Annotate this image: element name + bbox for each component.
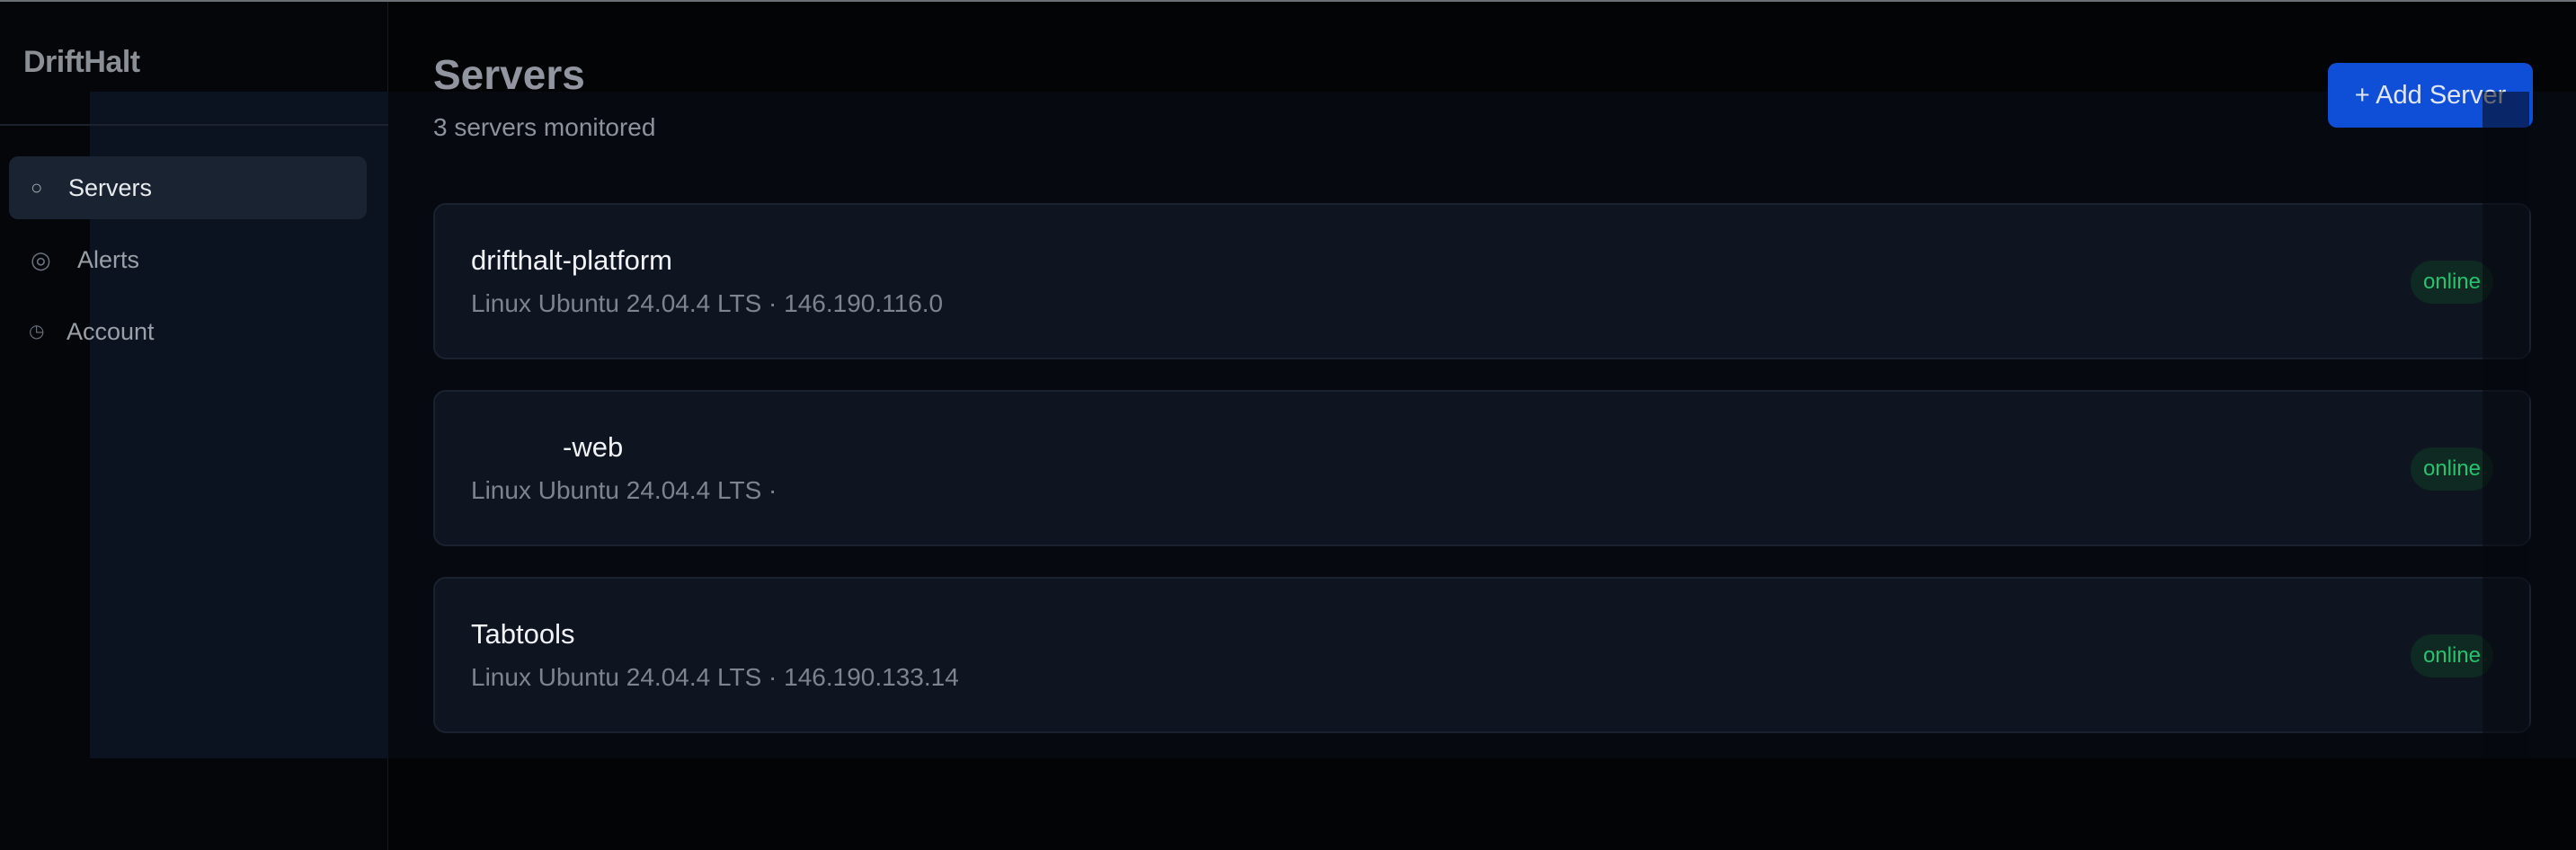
server-icon: ○ bbox=[31, 176, 43, 199]
main-content: Servers 3 servers monitored + Add Server… bbox=[388, 2, 2576, 850]
server-name: drifthalt-platform bbox=[471, 244, 672, 276]
account-icon: ◷ bbox=[29, 322, 45, 341]
sidebar-divider bbox=[0, 124, 388, 126]
status-badge: online bbox=[2410, 261, 2493, 304]
server-card[interactable]: drifthalt-platform Linux Ubuntu 24.04.4 … bbox=[433, 203, 2531, 359]
sidebar-item-account[interactable]: ◷ Account bbox=[9, 300, 367, 363]
server-name: -web bbox=[563, 431, 624, 463]
server-card[interactable]: -web Linux Ubuntu 24.04.4 LTS · online bbox=[433, 390, 2531, 546]
sidebar-item-label: Servers bbox=[68, 173, 153, 201]
add-server-button[interactable]: + Add Server bbox=[2328, 63, 2533, 128]
server-meta: Linux Ubuntu 24.04.4 LTS · bbox=[471, 476, 777, 504]
sidebar: DriftHalt ○ Servers ◎ Alerts ◷ Account bbox=[0, 2, 388, 850]
page-title: Servers bbox=[433, 51, 585, 98]
server-card[interactable]: Tabtools Linux Ubuntu 24.04.4 LTS · 146.… bbox=[433, 577, 2531, 733]
server-meta: Linux Ubuntu 24.04.4 LTS · 146.190.116.0 bbox=[471, 289, 944, 317]
status-badge: online bbox=[2410, 634, 2493, 677]
server-meta: Linux Ubuntu 24.04.4 LTS · 146.190.133.1… bbox=[471, 663, 959, 691]
sidebar-item-label: Account bbox=[67, 317, 155, 345]
sidebar-item-alerts[interactable]: ◎ Alerts bbox=[9, 228, 367, 291]
sidebar-item-label: Alerts bbox=[77, 245, 140, 273]
sidebar-item-servers[interactable]: ○ Servers bbox=[9, 156, 367, 219]
brand-logo[interactable]: DriftHalt bbox=[23, 45, 140, 80]
app-window: DriftHalt ○ Servers ◎ Alerts ◷ Account S… bbox=[0, 0, 2576, 850]
server-name: Tabtools bbox=[471, 618, 575, 650]
page-subtitle: 3 servers monitored bbox=[433, 113, 656, 141]
alert-icon: ◎ bbox=[31, 246, 51, 273]
status-badge: online bbox=[2410, 447, 2493, 491]
